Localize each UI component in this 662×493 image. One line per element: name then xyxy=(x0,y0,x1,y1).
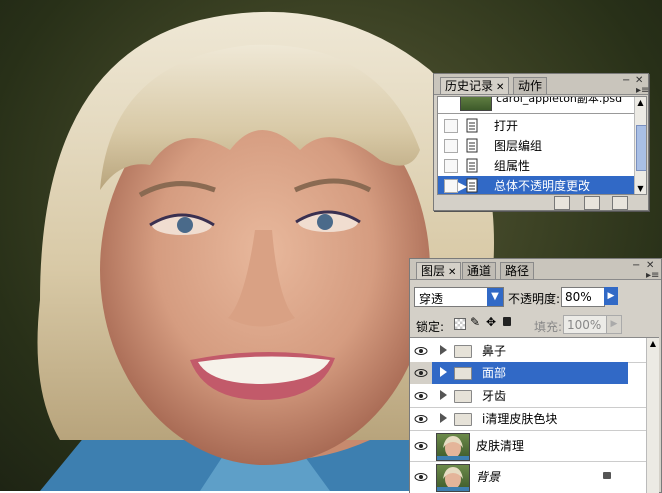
snapshot-name: carol_appleton副本.psd xyxy=(496,96,623,105)
folder-icon xyxy=(454,390,472,403)
opacity-slider-arrow-icon[interactable]: ▶ xyxy=(604,287,618,305)
eye-icon[interactable] xyxy=(414,389,428,403)
history-item-label: 打开 xyxy=(494,119,519,133)
lock-transparency-icon[interactable] xyxy=(454,318,466,330)
history-item-label: 组属性 xyxy=(494,159,531,173)
history-state-icon xyxy=(466,118,478,133)
history-item[interactable]: 图层编组 xyxy=(438,136,634,156)
layers-scrollbar[interactable]: ▲ xyxy=(646,338,659,493)
history-item[interactable]: 打开 xyxy=(438,116,634,136)
layer-row-selected[interactable]: 面部 xyxy=(410,362,628,384)
layer-name: 背景 xyxy=(476,470,501,484)
panel-menu-icon[interactable]: ▸≡ xyxy=(636,85,649,96)
close-icon[interactable]: ✕ xyxy=(496,82,504,93)
folder-icon xyxy=(454,367,472,380)
layer-thumbnail xyxy=(436,464,470,492)
close-icon[interactable]: ✕ xyxy=(448,267,456,278)
camera-icon[interactable] xyxy=(584,196,600,210)
tab-layers-label: 图层 xyxy=(421,264,446,278)
history-source-checkbox[interactable] xyxy=(444,119,458,133)
blend-mode-select[interactable]: 穿透 ▼ xyxy=(414,287,504,307)
expand-arrow-icon[interactable] xyxy=(440,390,447,400)
layers-tabbar: 图层 ✕ 通道 路径 − ✕ ▸≡ xyxy=(410,259,661,281)
layer-row[interactable]: 牙齿 xyxy=(410,385,659,408)
history-item-selected[interactable]: ▶ 总体不透明度更改 xyxy=(438,176,634,194)
layer-row[interactable]: 鼻子 xyxy=(410,340,659,363)
eye-icon[interactable] xyxy=(414,470,428,484)
scroll-up-icon[interactable]: ▲ xyxy=(635,97,646,108)
history-source-checkbox[interactable] xyxy=(444,179,458,193)
opacity-input[interactable]: 80% xyxy=(561,287,605,307)
history-tabbar: 历史记录 ✕ 动作 − ✕ ▸≡ xyxy=(434,74,649,96)
fill-label: 填充: xyxy=(534,320,563,334)
fill-value: 100% xyxy=(567,318,602,332)
lock-brush-icon[interactable]: ✎ xyxy=(470,315,480,329)
history-item-label: 总体不透明度更改 xyxy=(494,179,591,193)
blend-mode-value: 穿透 xyxy=(419,292,444,306)
eye-icon[interactable] xyxy=(414,412,428,426)
layer-row[interactable]: 背景 xyxy=(410,462,659,492)
layer-name: 皮肤清理 xyxy=(476,439,525,453)
expand-arrow-icon[interactable] xyxy=(440,367,447,377)
tab-paths[interactable]: 路径 xyxy=(500,262,535,279)
fill-slider-arrow-icon[interactable]: ▶ xyxy=(606,315,622,334)
layer-row[interactable]: 皮肤清理 xyxy=(410,431,659,462)
history-panel: 历史记录 ✕ 动作 − ✕ ▸≡ carol_appleton副本.psd 打开 … xyxy=(433,73,649,211)
folder-icon xyxy=(454,413,472,426)
expand-arrow-icon[interactable] xyxy=(440,345,447,355)
lock-icon xyxy=(603,472,611,479)
history-scrollbar[interactable]: ▲ ▼ xyxy=(634,97,646,194)
opacity-label: 不透明度: xyxy=(508,292,561,306)
history-item[interactable]: 组属性 xyxy=(438,156,634,176)
layer-name: 牙齿 xyxy=(482,389,507,403)
scroll-down-icon[interactable]: ▼ xyxy=(635,183,646,194)
layer-name: 鼻子 xyxy=(482,344,507,358)
history-footer xyxy=(434,194,648,210)
dropdown-arrow-icon[interactable]: ▼ xyxy=(487,288,503,306)
tab-history-label: 历史记录 xyxy=(445,79,494,93)
eye-icon[interactable] xyxy=(414,344,428,358)
new-document-icon[interactable] xyxy=(554,196,570,210)
tab-history[interactable]: 历史记录 ✕ xyxy=(440,77,510,94)
history-source-checkbox[interactable] xyxy=(444,139,458,153)
expand-arrow-icon[interactable] xyxy=(440,413,447,423)
panel-menu-icon[interactable]: ▸≡ xyxy=(646,270,659,281)
history-source-checkbox[interactable] xyxy=(444,159,458,173)
minimize-icon[interactable]: − xyxy=(632,260,640,271)
fill-input[interactable]: 100% xyxy=(563,315,607,334)
tab-channels-label: 通道 xyxy=(467,264,492,278)
layer-thumbnail xyxy=(436,433,470,461)
tab-actions-label: 动作 xyxy=(518,79,543,93)
opacity-value: 80% xyxy=(565,290,592,304)
history-item-label: 图层编组 xyxy=(494,139,543,153)
layer-name: 面部 xyxy=(482,366,507,380)
eye-icon[interactable] xyxy=(414,439,428,453)
history-list: carol_appleton副本.psd 打开 图层编组 组属性 ▶ 总体不透明… xyxy=(437,96,647,195)
lock-move-icon[interactable]: ✥ xyxy=(486,315,496,329)
layers-panel: 图层 ✕ 通道 路径 − ✕ ▸≡ 穿透 ▼ 不透明度: 80% ▶ 锁定: ✎ … xyxy=(409,258,662,493)
history-state-icon xyxy=(466,158,478,173)
history-state-icon xyxy=(466,138,478,153)
scroll-up-icon[interactable]: ▲ xyxy=(647,338,659,350)
snapshot-thumbnail xyxy=(460,97,492,111)
lock-label: 锁定: xyxy=(416,320,445,334)
history-snapshot[interactable]: carol_appleton副本.psd xyxy=(438,96,634,111)
tab-layers[interactable]: 图层 ✕ xyxy=(416,262,462,279)
tab-paths-label: 路径 xyxy=(505,264,530,278)
lock-all-icon[interactable] xyxy=(503,317,511,326)
eye-icon[interactable] xyxy=(414,366,428,380)
layers-list: 鼻子 面部 牙齿 i清理皮肤色块 皮肤清理 背景 ▲ xyxy=(410,337,659,493)
trash-icon[interactable] xyxy=(612,196,628,210)
tab-actions[interactable]: 动作 xyxy=(513,77,548,94)
layer-name: i清理皮肤色块 xyxy=(482,412,558,426)
tab-channels[interactable]: 通道 xyxy=(462,262,497,279)
minimize-icon[interactable]: − xyxy=(622,75,630,86)
history-state-icon xyxy=(466,178,478,193)
layer-row[interactable]: i清理皮肤色块 xyxy=(410,408,659,431)
folder-icon xyxy=(454,345,472,358)
scroll-thumb[interactable] xyxy=(636,125,646,171)
